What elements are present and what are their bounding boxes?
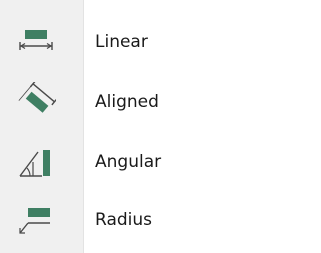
aligned-dimension-icon: [16, 82, 56, 122]
menu-item-radius[interactable]: Radius: [0, 192, 321, 248]
menu-item-angular[interactable]: Angular: [0, 134, 321, 190]
menu-item-linear[interactable]: Linear: [0, 14, 321, 70]
angular-dimension-icon: [16, 142, 56, 182]
linear-dimension-icon: [16, 22, 56, 62]
radius-dimension-icon: [16, 200, 56, 240]
dimension-menu: Linear Aligned Angular Radius: [0, 0, 321, 253]
menu-item-label: Linear: [95, 32, 148, 52]
menu-item-aligned[interactable]: Aligned: [0, 74, 321, 130]
menu-item-label: Radius: [95, 210, 153, 230]
menu-item-label: Aligned: [95, 92, 159, 112]
menu-item-label: Angular: [95, 152, 162, 172]
